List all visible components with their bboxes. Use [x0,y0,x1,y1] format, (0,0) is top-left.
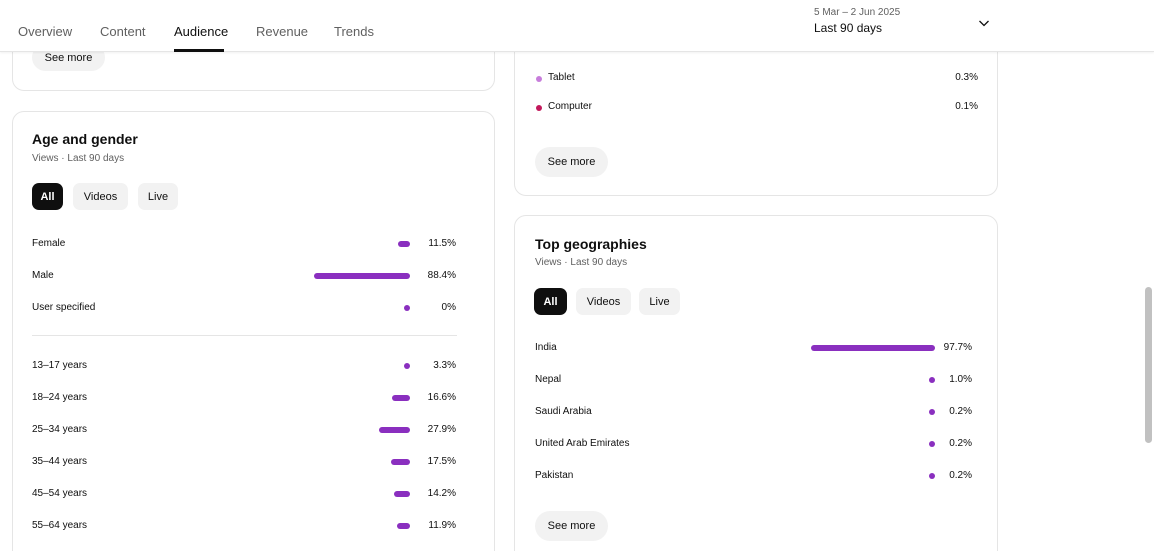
bar-row-value: 16.6% [427,392,456,403]
bar-row-label: India [535,342,557,353]
value-bar [811,345,935,351]
bar-row-label: 35–44 years [32,456,88,467]
bar-row-label: United Arab Emirates [535,438,630,449]
chevron-down-icon[interactable] [978,17,990,29]
card-title: Top geographies [535,236,647,252]
device-row-label: Tablet [548,72,575,83]
bar-row-label: 18–24 years [32,392,88,403]
bar-row-label: Pakistan [535,470,574,481]
date-period-text: Last 90 days [814,21,883,35]
bar-row-label: 55–64 years [32,520,88,531]
value-bar [397,241,410,247]
computer-legend-dot [536,105,542,111]
chip-videos[interactable]: Videos [576,288,631,315]
age-gender-card: Age and gender Views · Last 90 days All … [12,111,495,551]
see-more-button[interactable]: See more [535,147,608,177]
bar-row-label: 45–54 years [32,488,88,499]
tab-trends[interactable]: Trends [334,24,374,39]
card-subtitle: Views · Last 90 days [32,153,125,164]
tab-overview[interactable]: Overview [18,24,72,39]
tab-revenue[interactable]: Revenue [256,24,308,39]
bar-row-value: 14.2% [427,488,456,499]
value-bar [379,427,410,433]
device-row-label: Computer [548,101,592,112]
date-range-text: 5 Mar – 2 Jun 2025 [814,7,901,18]
tablet-legend-dot [536,76,542,82]
value-bar [929,377,935,383]
bar-row-label: Male [32,270,54,281]
value-bar [404,363,410,369]
bar-row-label: 25–34 years [32,424,88,435]
bar-row-value: 17.5% [427,456,456,467]
see-more-button[interactable]: See more [535,511,608,541]
top-geographies-card: Top geographies Views · Last 90 days All… [514,215,998,551]
chip-live[interactable]: Live [138,183,178,210]
analytics-header: Overview Content Audience Revenue Trends… [0,0,1154,52]
value-bar [929,409,935,415]
value-bar [929,473,935,479]
bar-row-label: Female [32,238,66,249]
tab-audience[interactable]: Audience [174,24,228,39]
value-bar [396,523,410,529]
active-tab-indicator [174,49,224,52]
chip-all[interactable]: All [32,183,63,210]
bar-row-value: 11.9% [428,520,456,531]
card-subtitle: Views · Last 90 days [535,257,628,268]
bar-row-label: 13–17 years [32,360,88,371]
device-row-pct: 0.3% [955,72,978,83]
value-bar [314,273,410,279]
value-bar [404,305,410,311]
bar-row-value: 11.5% [428,238,456,249]
bar-row-value: 3.3% [433,360,456,371]
bar-row-label: Nepal [535,374,562,385]
value-bar [391,395,410,401]
scrollbar-thumb[interactable] [1145,287,1152,443]
value-bar [929,441,935,447]
bar-row-label: Saudi Arabia [535,406,592,417]
bar-row-value: 0% [441,302,456,313]
value-bar [390,459,410,465]
device-row-pct: 0.1% [955,101,978,112]
divider [32,335,457,336]
chip-videos[interactable]: Videos [73,183,128,210]
chip-live[interactable]: Live [639,288,680,315]
bar-row-value: 88.4% [427,270,456,281]
bar-row-label: User specified [32,302,96,313]
tab-content[interactable]: Content [100,24,146,39]
chip-all[interactable]: All [534,288,567,315]
card-title: Age and gender [32,131,138,147]
bar-row-value: 27.9% [427,424,456,435]
value-bar [394,491,410,497]
